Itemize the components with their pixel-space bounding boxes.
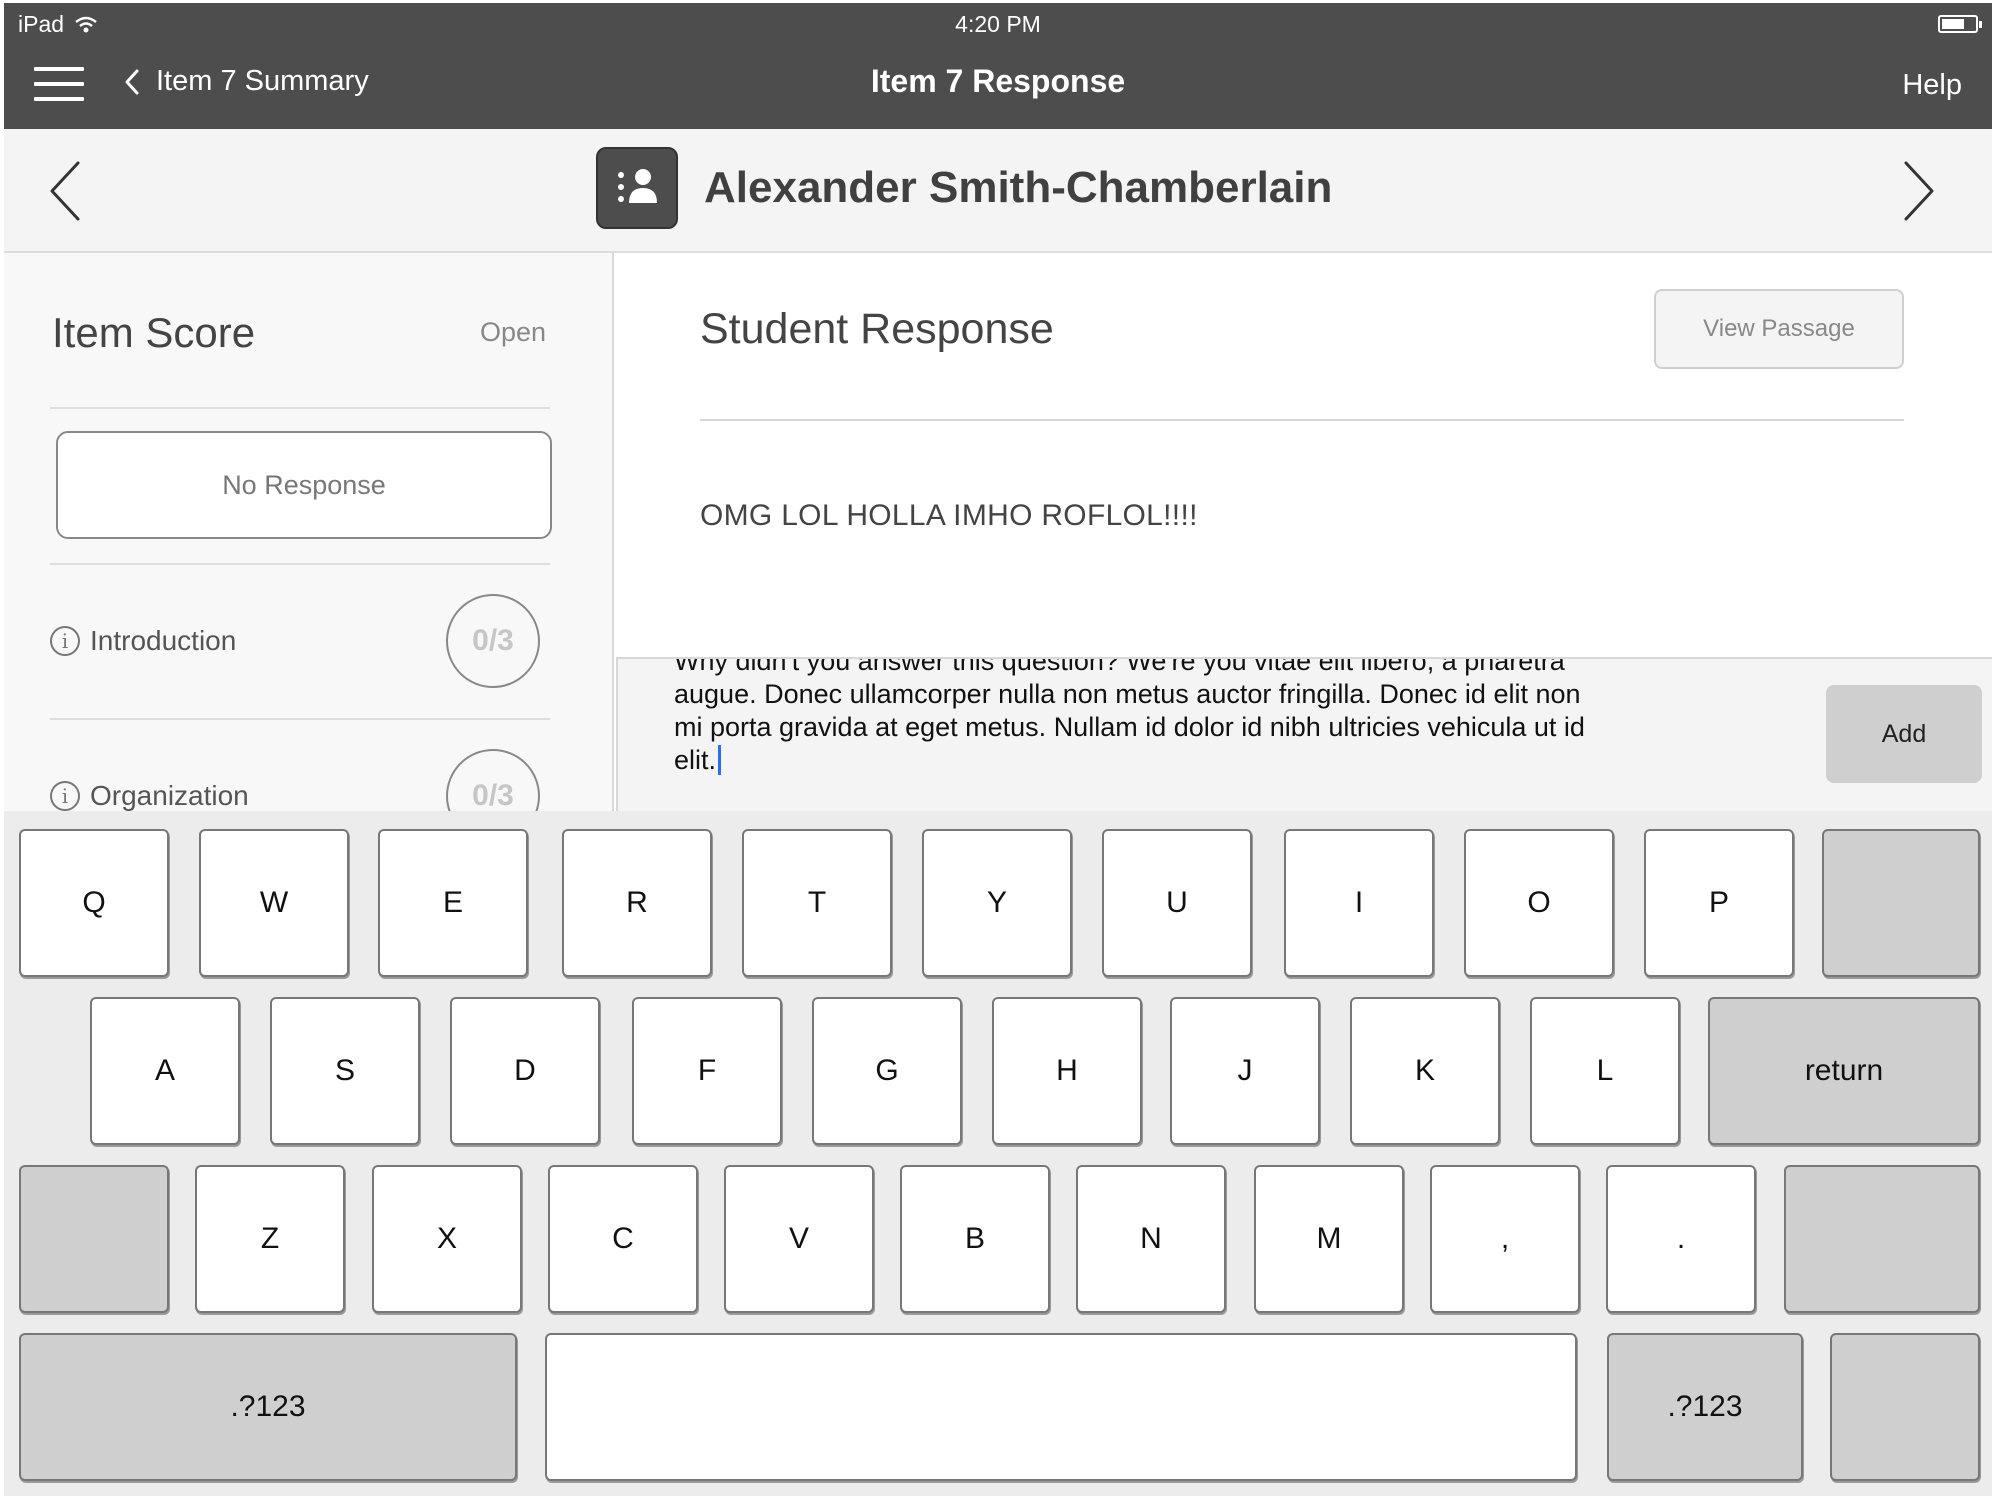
key-backspace[interactable] (1822, 829, 1980, 977)
student-list-icon[interactable] (596, 147, 678, 229)
criterion-organization: i Organization 0/3 (50, 746, 550, 813)
key-comma[interactable]: , (1430, 1165, 1580, 1313)
no-response-button[interactable]: No Response (56, 431, 552, 539)
key-g[interactable]: G (812, 997, 962, 1145)
key-a[interactable]: A (90, 997, 240, 1145)
key-shift-left[interactable] (19, 1165, 169, 1313)
key-space[interactable] (545, 1333, 1577, 1481)
comment-partial-line: Why didn't you answer this question? We'… (674, 657, 1565, 676)
criterion-label: Introduction (90, 625, 237, 656)
item-score-panel: Item Score Open No Response i Introducti… (4, 253, 614, 813)
divider (50, 718, 550, 720)
key-x[interactable]: X (372, 1165, 522, 1313)
info-icon[interactable]: i (50, 781, 80, 811)
key-i[interactable]: I (1284, 829, 1434, 977)
key-hide-keyboard[interactable] (1830, 1333, 1980, 1481)
key-f[interactable]: F (632, 997, 782, 1145)
key-q[interactable]: Q (19, 829, 169, 977)
key-u[interactable]: U (1102, 829, 1252, 977)
key-h[interactable]: H (992, 997, 1142, 1145)
student-header: Alexander Smith-Chamberlain (4, 129, 1992, 253)
student-identity: Alexander Smith-Chamberlain (596, 147, 1332, 229)
key-v[interactable]: V (724, 1165, 874, 1313)
criterion-introduction: i Introduction 0/3 (50, 591, 550, 691)
comment-editor[interactable]: Why didn't you answer this question? We'… (616, 657, 1992, 811)
criterion-label: Organization (90, 780, 249, 811)
key-k[interactable]: K (1350, 997, 1500, 1145)
onscreen-keyboard: Q W E R T Y U I O P A S D F G H J K L re… (4, 811, 1992, 1496)
student-response-panel: Student Response View Passage OMG LOL HO… (616, 253, 1992, 658)
text-cursor (718, 745, 722, 775)
key-s[interactable]: S (270, 997, 420, 1145)
info-icon[interactable]: i (50, 626, 80, 656)
key-shift-right[interactable] (1784, 1165, 1980, 1313)
key-p[interactable]: P (1644, 829, 1794, 977)
student-response-title: Student Response (700, 305, 1054, 353)
navigation-bar: iPad 4:20 PM Item 7 Summary Item 7 Respo… (4, 3, 1992, 129)
chevron-left-icon (50, 161, 80, 221)
key-numbers-right[interactable]: .?123 (1607, 1333, 1803, 1481)
key-e[interactable]: E (378, 829, 528, 977)
next-student-button[interactable] (1902, 159, 1936, 228)
key-m[interactable]: M (1254, 1165, 1404, 1313)
key-o[interactable]: O (1464, 829, 1614, 977)
key-b[interactable]: B (900, 1165, 1050, 1313)
battery-icon (1938, 15, 1982, 33)
comment-text: augue. Donec ullamcorper nulla non metus… (674, 679, 1585, 775)
key-numbers-left[interactable]: .?123 (19, 1333, 517, 1481)
key-return[interactable]: return (1708, 997, 1980, 1145)
divider (50, 563, 550, 565)
key-l[interactable]: L (1530, 997, 1680, 1145)
key-t[interactable]: T (742, 829, 892, 977)
chevron-right-icon (1904, 161, 1934, 221)
comment-textarea[interactable]: Why didn't you answer this question? We'… (674, 657, 1604, 777)
divider (50, 407, 550, 409)
view-passage-button[interactable]: View Passage (1654, 289, 1904, 369)
item-score-title: Item Score (52, 309, 256, 356)
key-y[interactable]: Y (922, 829, 1072, 977)
student-response-text: OMG LOL HOLLA IMHO ROFLOL!!!! (700, 499, 1198, 532)
key-period[interactable]: . (1606, 1165, 1756, 1313)
key-j[interactable]: J (1170, 997, 1320, 1145)
criterion-score-button[interactable]: 0/3 (446, 749, 540, 813)
key-r[interactable]: R (562, 829, 712, 977)
add-comment-button[interactable]: Add (1826, 685, 1982, 783)
key-d[interactable]: D (450, 997, 600, 1145)
status-time: 4:20 PM (955, 11, 1041, 37)
score-status: Open (479, 317, 546, 347)
key-w[interactable]: W (199, 829, 349, 977)
page-title: Item 7 Response (870, 63, 1126, 99)
key-z[interactable]: Z (195, 1165, 345, 1313)
criterion-score-button[interactable]: 0/3 (446, 594, 540, 688)
student-name: Alexander Smith-Chamberlain (704, 163, 1333, 212)
previous-student-button[interactable] (48, 159, 82, 228)
help-button[interactable]: Help (1902, 69, 1962, 102)
key-n[interactable]: N (1076, 1165, 1226, 1313)
key-c[interactable]: C (548, 1165, 698, 1313)
divider (700, 419, 1904, 421)
